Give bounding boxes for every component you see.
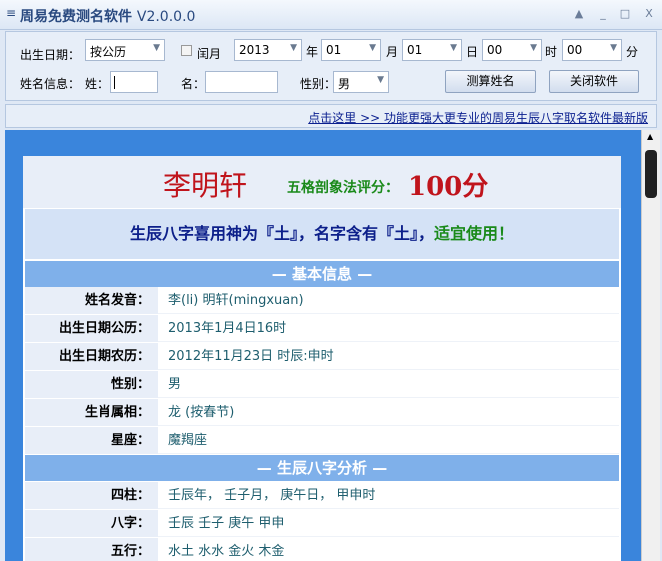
- month-select[interactable]: 01 ▼: [321, 39, 381, 61]
- result-panel: 李明轩 五格剖象法评分： 100分 生辰八字喜用神为『土』，名字含有『土』，适宜…: [23, 156, 621, 561]
- hour-unit: 时: [545, 45, 558, 59]
- chevron-down-icon: ▼: [369, 43, 376, 53]
- version-text: V2.0.0.0: [136, 9, 196, 25]
- row-value: 2012年11月23日 时辰:申时: [168, 349, 334, 364]
- row-label: 性别：: [25, 371, 158, 398]
- minute-select[interactable]: 00 ▼: [562, 39, 622, 61]
- result-header: 李明轩 五格剖象法评分： 100分: [23, 156, 621, 208]
- minute-value: 00: [567, 43, 583, 57]
- chevron-down-icon: ▼: [530, 43, 537, 53]
- minute-unit: 分: [626, 45, 639, 59]
- row-value: 水土 水水 金火 木金: [168, 544, 285, 559]
- score-value: 100分: [408, 172, 489, 202]
- year-unit: 年: [306, 45, 319, 59]
- row-label: 八字：: [25, 510, 158, 537]
- row-label: 四柱：: [25, 482, 158, 509]
- input-panel: 出生日期： 按公历 ▼ 闰月 2013 ▼ 年 01 ▼ 月 01 ▼ 日 00 ▼ 时 …: [5, 31, 657, 101]
- day-value: 01: [407, 43, 423, 57]
- birth-label: 出生日期：: [20, 48, 81, 62]
- score-label: 五格剖象法评分：: [287, 180, 399, 196]
- scroll-up-icon[interactable]: ▲: [647, 132, 653, 141]
- title-text: 周易免费测名软件: [20, 9, 132, 25]
- close-app-button[interactable]: 关闭软件: [549, 70, 639, 93]
- info-row: 生肖属相： 龙 (按春节): [25, 399, 619, 426]
- info-row: 姓名发音： 李(li) 明轩(mingxuan): [25, 287, 619, 314]
- row-label: 姓名发音：: [25, 287, 158, 314]
- gender-select[interactable]: 男 ▼: [333, 71, 389, 93]
- section-basic-info: — 基本信息 —: [25, 261, 619, 287]
- info-row: 性别： 男: [25, 371, 619, 398]
- chevron-down-icon: ▼: [610, 43, 617, 53]
- month-value: 01: [326, 43, 342, 57]
- row-value: 男: [168, 377, 182, 392]
- info-row: 出生日期公历： 2013年1月4日16时: [25, 315, 619, 342]
- row-value: 壬辰年， 壬子月， 庚午日， 甲申时: [168, 488, 376, 503]
- row-label: 出生日期公历：: [25, 315, 158, 342]
- text-cursor: [114, 76, 115, 89]
- info-row: 四柱： 壬辰年， 壬子月， 庚午日， 甲申时: [25, 482, 619, 509]
- hour-select[interactable]: 00 ▼: [482, 39, 542, 61]
- xys-text: 生辰八字喜用神为『土』，名字含有『土』，: [129, 224, 434, 243]
- info-row: 星座： 魔羯座: [25, 427, 619, 454]
- xiyongshen-summary: 生辰八字喜用神为『土』，名字含有『土』，适宜使用！: [25, 209, 619, 259]
- day-unit: 日: [466, 45, 479, 59]
- close-icon[interactable]: X: [642, 7, 656, 20]
- vertical-scrollbar[interactable]: ▲: [641, 130, 660, 561]
- name-label: 姓名信息：: [20, 77, 81, 91]
- row-value: 2013年1月4日16时: [168, 321, 287, 336]
- info-row: 出生日期农历： 2012年11月23日 时辰:申时: [25, 343, 619, 370]
- given-name-input[interactable]: [205, 71, 278, 93]
- chevron-down-icon: ▼: [153, 43, 160, 53]
- row-label: 出生日期农历：: [25, 343, 158, 370]
- leap-label: 闰月: [197, 47, 222, 61]
- info-row: 五行： 水土 水水 金火 木金: [25, 538, 619, 561]
- hour-value: 00: [487, 43, 503, 57]
- chevron-down-icon: ▼: [290, 43, 297, 53]
- row-value: 魔羯座: [168, 433, 208, 448]
- row-label: 五行：: [25, 538, 158, 561]
- day-select[interactable]: 01 ▼: [402, 39, 462, 61]
- row-label: 生肖属相：: [25, 399, 158, 426]
- info-row: 八字： 壬辰 壬子 庚午 甲申: [25, 510, 619, 537]
- surname-input[interactable]: [110, 71, 158, 93]
- menu-icon[interactable]: ≡: [6, 6, 16, 20]
- title-bar: ≡ 周易免费测名软件 V2.0.0.0 ▲ _ □ X: [0, 0, 662, 30]
- section-bazi-analysis: — 生辰八字分析 —: [25, 455, 619, 481]
- row-value: 壬辰 壬子 庚午 甲申: [168, 516, 285, 531]
- year-value: 2013: [239, 43, 270, 57]
- rollup-icon[interactable]: ▲: [572, 7, 586, 20]
- surname-label: 姓：: [85, 77, 110, 91]
- scroll-thumb[interactable]: [645, 150, 657, 198]
- leap-checkbox[interactable]: [181, 45, 192, 56]
- month-unit: 月: [386, 45, 399, 59]
- calendar-value: 按公历: [90, 45, 127, 59]
- chevron-down-icon: ▼: [377, 75, 384, 85]
- row-value: 龙 (按春节): [168, 405, 235, 420]
- xys-verdict: 适宜使用！: [434, 224, 515, 243]
- year-select[interactable]: 2013 ▼: [234, 39, 302, 61]
- calculate-button[interactable]: 测算姓名: [445, 70, 536, 93]
- calendar-select[interactable]: 按公历 ▼: [85, 39, 165, 61]
- row-label: 星座：: [25, 427, 158, 454]
- link-bar: 点击这里 >> 功能更强大更专业的周易生辰八字取名软件最新版: [5, 104, 657, 128]
- row-value: 李(li) 明轩(mingxuan): [168, 293, 304, 308]
- result-name: 李明轩: [163, 169, 248, 202]
- given-name-label: 名：: [181, 77, 206, 91]
- minimize-icon[interactable]: _: [596, 7, 610, 20]
- maximize-icon[interactable]: □: [618, 7, 632, 20]
- upgrade-link[interactable]: 点击这里 >> 功能更强大更专业的周易生辰八字取名软件最新版: [308, 109, 648, 126]
- window-title: 周易免费测名软件 V2.0.0.0: [20, 6, 195, 26]
- chevron-down-icon: ▼: [450, 43, 457, 53]
- gender-value: 男: [338, 77, 351, 91]
- gender-label: 性别：: [300, 77, 337, 91]
